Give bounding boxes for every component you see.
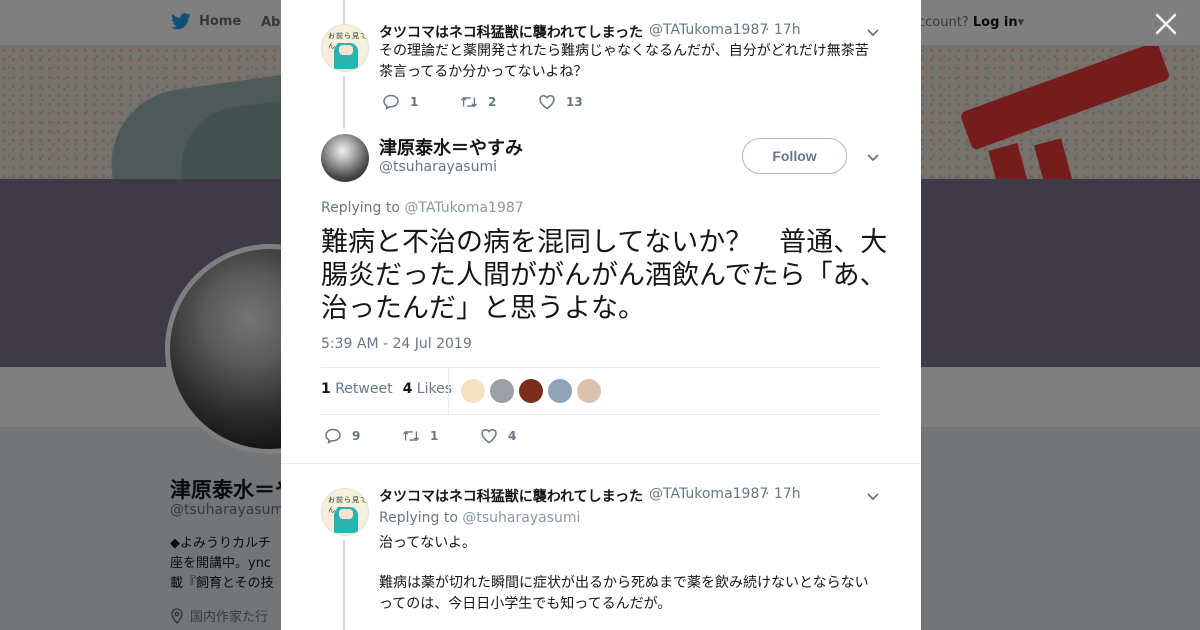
heart-icon <box>539 94 555 110</box>
like-count: 4 <box>508 429 517 443</box>
thread-line <box>343 76 345 128</box>
divider <box>281 463 921 464</box>
replying-to-link[interactable]: @tsuharayasumi <box>462 510 580 526</box>
liker-avatars <box>461 379 601 403</box>
tweet-author-name[interactable]: 津原泰水＝やすみ <box>379 134 523 160</box>
reply-author-handle[interactable]: @TATukoma1987 <box>649 22 768 38</box>
chevron-down-icon[interactable] <box>866 150 880 164</box>
divider <box>321 367 881 368</box>
reply-text: その理論だと薬開発されたら難病じゃなくなるんだが、自分がどれだけ無茶苦茶言ってる… <box>379 43 869 80</box>
heart-icon <box>481 428 497 444</box>
retweet-count: 2 <box>488 95 497 109</box>
retweet-stat-label: Retweet <box>335 381 393 397</box>
retweet-icon <box>460 96 478 108</box>
reply-timestamp[interactable]: · 17h <box>765 22 801 38</box>
chevron-down-icon[interactable] <box>866 25 880 39</box>
retweet-icon <box>402 430 420 442</box>
tweet-actions: 9 1 4 <box>324 427 558 445</box>
user-avatar[interactable] <box>321 134 369 182</box>
divider <box>321 414 881 415</box>
thread-line <box>343 540 345 630</box>
replying-prefix: Replying to <box>321 200 400 216</box>
tweet-text: 難病と不治の病を混同してないか？ 普通、大腸炎だった人間ががんがん酒飲んでたら「… <box>321 227 888 324</box>
retweet-stat[interactable]: 1 Retweet <box>321 381 393 397</box>
reply-button[interactable]: 9 <box>324 427 402 445</box>
replying-to-link[interactable]: @TATukoma1987 <box>404 200 523 216</box>
like-button[interactable]: 4 <box>480 427 558 445</box>
reply-author-handle[interactable]: @TATukoma1987 <box>649 486 768 502</box>
like-button[interactable]: 13 <box>538 93 616 111</box>
liker-avatar[interactable] <box>519 379 543 403</box>
reply-button[interactable]: 1 <box>382 93 460 111</box>
replying-prefix: Replying to <box>379 510 458 526</box>
like-count: 13 <box>566 95 583 109</box>
thread-line <box>343 0 345 24</box>
liker-avatar[interactable] <box>548 379 572 403</box>
reply-text-line: 治ってないよ。 <box>379 535 477 551</box>
retweet-stat-count: 1 <box>321 381 331 397</box>
chevron-down-icon[interactable] <box>866 489 880 503</box>
reply-author-name[interactable]: タツコマはネコ科猛獣に襲われてしまった <box>379 22 643 42</box>
liker-avatar[interactable] <box>490 379 514 403</box>
follow-button[interactable]: Follow <box>742 138 847 174</box>
replying-to: Replying to @TATukoma1987 <box>321 200 524 216</box>
reply-timestamp[interactable]: · 17h <box>765 486 801 502</box>
reply-count: 9 <box>352 429 361 443</box>
liker-avatar[interactable] <box>577 379 601 403</box>
replying-to: Replying to @tsuharayasumi <box>379 510 580 526</box>
reply-icon <box>325 428 341 444</box>
user-avatar[interactable]: お前ら見てんの <box>321 488 369 536</box>
retweet-count: 1 <box>430 429 439 443</box>
like-stat[interactable]: 4 Likes <box>403 381 452 397</box>
tweet-stats: 1 Retweet 4 Likes <box>321 381 452 397</box>
like-stat-label: Likes <box>416 381 452 397</box>
tweet-timestamp[interactable]: 5:39 AM - 24 Jul 2019 <box>321 336 472 352</box>
divider <box>448 368 449 414</box>
liker-avatar[interactable] <box>461 379 485 403</box>
close-icon[interactable] <box>1152 10 1180 38</box>
reply-author-name[interactable]: タツコマはネコ科猛獣に襲われてしまった <box>379 486 643 506</box>
reply-count: 1 <box>410 95 419 109</box>
reply-actions: 1 2 13 <box>382 93 616 111</box>
user-avatar[interactable]: お前ら見てんの <box>321 24 369 72</box>
reply-icon <box>383 94 399 110</box>
reply-text-line: 難病は薬が切れた瞬間に症状が出るから死ぬまで薬を飲み続けないとならないってのは、… <box>379 575 869 612</box>
retweet-button[interactable]: 2 <box>460 93 538 111</box>
like-stat-count: 4 <box>402 381 413 397</box>
retweet-button[interactable]: 1 <box>402 427 480 445</box>
tweet-author-handle[interactable]: @tsuharayasumi <box>379 159 497 175</box>
